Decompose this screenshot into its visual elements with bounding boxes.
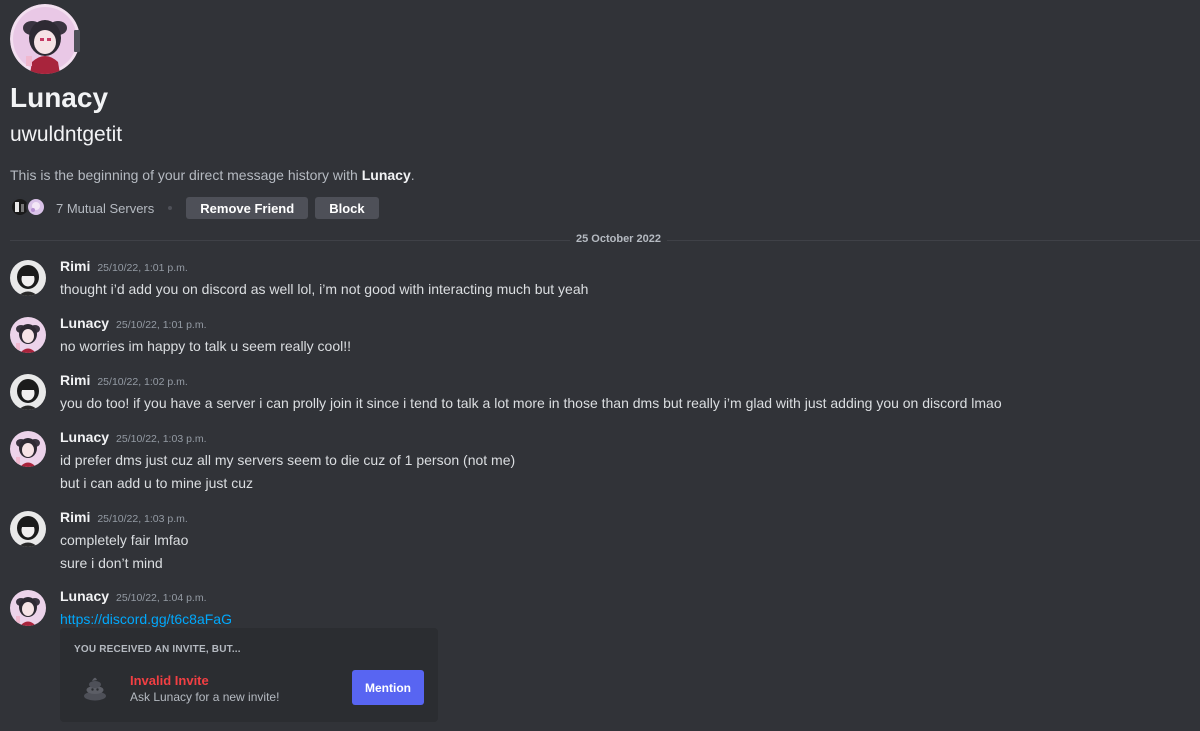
mutual-row: 7 Mutual Servers Remove Friend Block — [10, 197, 386, 219]
message-body: Rimi 25/10/22, 1:03 p.m. completely fair… — [60, 509, 1180, 575]
message-header: Rimi 25/10/22, 1:01 p.m. — [60, 258, 1180, 278]
message-timestamp: 25/10/22, 1:01 p.m. — [116, 319, 207, 331]
message-text: completely fair lmfao — [60, 532, 189, 548]
author-name[interactable]: Lunacy — [60, 588, 109, 604]
message-header: Rimi 25/10/22, 1:02 p.m. — [60, 372, 1180, 392]
invite-subtitle: Ask Lunacy for a new invite! — [130, 690, 280, 704]
server-icon — [26, 197, 46, 217]
message-timestamp: 25/10/22, 1:03 p.m. — [97, 513, 188, 525]
message-text: but i can add u to mine just cuz — [60, 475, 253, 491]
message-body: Lunacy 25/10/22, 1:01 p.m. no worries im… — [60, 315, 1180, 358]
profile-username: uwuldntgetit — [10, 123, 123, 146]
message-header: Lunacy 25/10/22, 1:04 p.m. — [60, 588, 1180, 608]
invite-status: Invalid Invite — [130, 673, 209, 688]
mutual-servers-icons[interactable] — [10, 197, 50, 219]
profile-display-name: Lunacy — [10, 82, 109, 113]
message-text: thought i’d add you on discord as well l… — [60, 281, 589, 297]
message-body: Rimi 25/10/22, 1:02 p.m. you do too! if … — [60, 372, 1180, 415]
profile-popout-tab[interactable] — [74, 30, 80, 52]
message-text: no worries im happy to talk u seem reall… — [60, 338, 352, 354]
author-name[interactable]: Rimi — [60, 258, 90, 274]
author-name[interactable]: Rimi — [60, 509, 90, 525]
mutual-servers-link[interactable]: 7 Mutual Servers — [56, 201, 154, 216]
message-text: you do too! if you have a server i can p… — [60, 395, 1002, 411]
mention-button[interactable]: Mention — [352, 670, 424, 705]
date-divider-label: 25 October 2022 — [570, 233, 667, 245]
message-body: Lunacy 25/10/22, 1:04 p.m. https://disco… — [60, 588, 1180, 631]
poop-icon — [80, 672, 110, 702]
message-text: sure i don’t mind — [60, 555, 163, 571]
author-name[interactable]: Lunacy — [60, 429, 109, 445]
date-divider: 25 October 2022 — [10, 232, 1200, 248]
user-avatar[interactable] — [10, 374, 46, 410]
invite-embed: YOU RECEIVED AN INVITE, BUT... Invalid I… — [60, 628, 438, 722]
message-header: Rimi 25/10/22, 1:03 p.m. — [60, 509, 1180, 529]
message-timestamp: 25/10/22, 1:04 p.m. — [116, 592, 207, 604]
author-name[interactable]: Rimi — [60, 372, 90, 388]
separator-dot — [168, 206, 173, 210]
profile-avatar[interactable] — [10, 4, 80, 74]
block-button[interactable]: Block — [315, 197, 379, 219]
message-timestamp: 25/10/22, 1:01 p.m. — [97, 262, 188, 274]
message-body: Lunacy 25/10/22, 1:03 p.m. id prefer dms… — [60, 429, 1180, 495]
message-text: id prefer dms just cuz all my servers se… — [60, 452, 516, 468]
invite-embed-title: YOU RECEIVED AN INVITE, BUT... — [74, 644, 241, 655]
dm-intro-text: This is the beginning of your direct mes… — [10, 167, 415, 183]
user-avatar[interactable] — [10, 511, 46, 547]
message-header: Lunacy 25/10/22, 1:03 p.m. — [60, 429, 1180, 449]
dm-channel: Lunacy uwuldntgetit This is the beginnin… — [0, 0, 1200, 731]
intro-user-name: Lunacy — [361, 167, 411, 183]
message-header: Lunacy 25/10/22, 1:01 p.m. — [60, 315, 1180, 335]
user-avatar[interactable] — [10, 317, 46, 353]
author-name[interactable]: Lunacy — [60, 315, 109, 331]
user-avatar[interactable] — [10, 260, 46, 296]
message-timestamp: 25/10/22, 1:03 p.m. — [116, 433, 207, 445]
message-timestamp: 25/10/22, 1:02 p.m. — [97, 376, 188, 388]
user-avatar[interactable] — [10, 590, 46, 626]
user-avatar[interactable] — [10, 431, 46, 467]
remove-friend-button[interactable]: Remove Friend — [186, 197, 309, 219]
message-body: Rimi 25/10/22, 1:01 p.m. thought i’d add… — [60, 258, 1180, 301]
